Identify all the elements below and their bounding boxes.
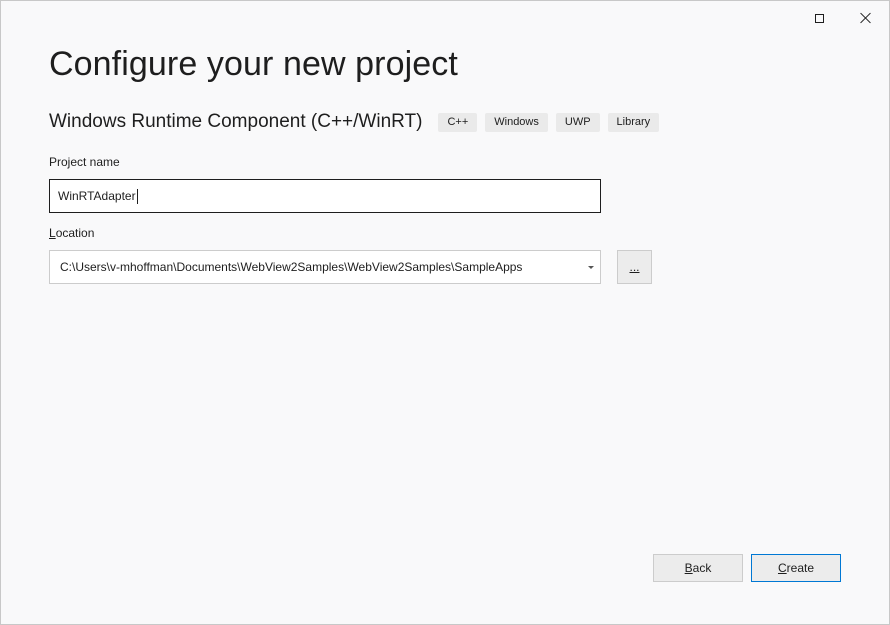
back-mnemonic: B [684,561,693,575]
project-name-input[interactable]: WinRTAdapter [49,179,601,213]
project-name-label: Project name [49,155,120,169]
maximize-button[interactable] [796,1,842,35]
chevron-down-icon [588,265,594,269]
tag-uwp: UWP [555,112,600,132]
template-name: Windows Runtime Component (C++/WinRT) [49,111,423,132]
tag-library: Library [607,112,660,132]
close-icon [860,12,872,24]
location-combobox[interactable]: C:\Users\v-mhoffman\Documents\WebView2Sa… [49,250,601,284]
back-button[interactable]: Back [653,554,743,582]
page-title: Configure your new project [49,45,458,83]
text-caret [136,188,138,204]
location-label: Location [49,226,94,240]
location-label-mnemonic: L [49,226,56,240]
location-label-text: ocation [55,226,95,240]
project-name-value: WinRTAdapter [58,189,136,203]
dropdown-arrow[interactable] [582,251,600,283]
maximize-icon [814,13,824,23]
close-button[interactable] [843,1,889,35]
tag-windows: Windows [485,112,548,132]
dialog-window: Configure your new project Windows Runti… [0,0,890,625]
tag-cpp: C++ [438,112,478,132]
browse-label: ... [629,260,640,274]
create-mnemonic: C [777,561,787,575]
location-value: C:\Users\v-mhoffman\Documents\WebView2Sa… [60,260,523,274]
template-row: Windows Runtime Component (C++/WinRT) C+… [49,111,667,133]
browse-button[interactable]: ... [617,250,652,284]
create-button[interactable]: Create [751,554,841,582]
back-label: ack [692,561,712,575]
create-label: reate [786,561,815,575]
